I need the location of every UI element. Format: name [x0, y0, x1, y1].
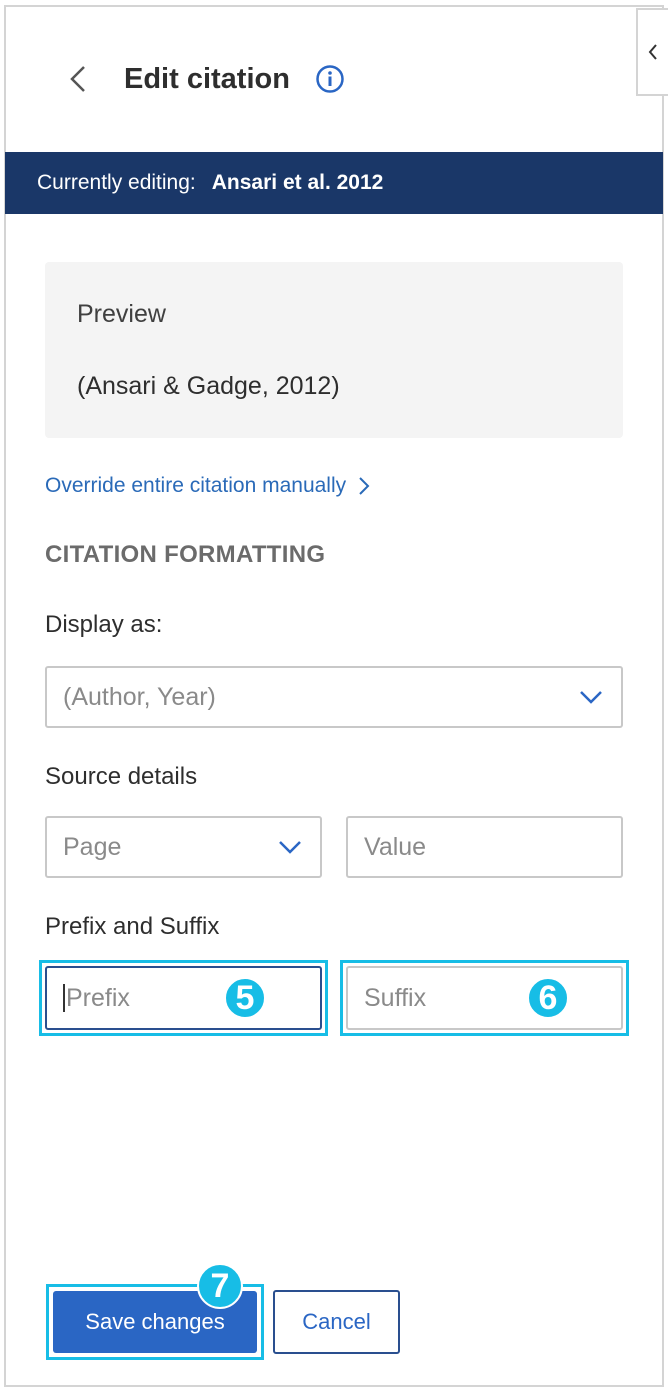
source-details-label: Source details [45, 763, 198, 790]
prefix-placeholder: Prefix [66, 983, 130, 1012]
source-type-value: Page [63, 832, 122, 861]
cancel-button[interactable]: Cancel [273, 1290, 400, 1354]
collapse-panel-button[interactable] [636, 8, 668, 96]
step-badge-6: 6 [527, 977, 569, 1019]
section-title: CITATION FORMATTING [45, 541, 326, 568]
chevron-right-icon [359, 477, 370, 495]
panel-header: Edit citation [60, 55, 346, 103]
preview-box: Preview (Ansari & Gadge, 2012) [45, 262, 623, 438]
suffix-input[interactable]: Suffix [346, 966, 623, 1030]
currently-editing-banner: Currently editing: Ansari et al. 2012 [5, 152, 663, 214]
prefix-suffix-label: Prefix and Suffix [45, 913, 220, 940]
override-citation-link[interactable]: Override entire citation manually [45, 474, 370, 498]
chevron-left-icon [648, 44, 657, 60]
source-value-placeholder: Value [364, 832, 427, 861]
chevron-left-icon [70, 66, 85, 92]
override-link-label: Override entire citation manually [45, 474, 347, 497]
step-badge-5: 5 [224, 977, 266, 1019]
display-as-label: Display as: [45, 611, 163, 638]
page-title: Edit citation [124, 62, 290, 95]
info-icon[interactable] [314, 63, 346, 95]
chevron-down-icon [279, 841, 301, 854]
back-button[interactable] [60, 55, 96, 103]
source-value-input[interactable]: Value [346, 816, 623, 878]
preview-title: Preview [77, 300, 166, 328]
display-as-select[interactable]: (Author, Year) [45, 666, 623, 728]
prefix-input[interactable]: Prefix [45, 966, 322, 1030]
text-caret [63, 984, 65, 1012]
display-as-value: (Author, Year) [63, 682, 216, 711]
step-badge-7: 7 [197, 1263, 243, 1309]
currently-editing-value: Ansari et al. 2012 [211, 171, 384, 194]
currently-editing-label: Currently editing: [37, 171, 196, 194]
source-type-select[interactable]: Page [45, 816, 322, 878]
preview-text: (Ansari & Gadge, 2012) [77, 372, 340, 400]
suffix-placeholder: Suffix [364, 983, 427, 1012]
chevron-down-icon [580, 691, 602, 704]
